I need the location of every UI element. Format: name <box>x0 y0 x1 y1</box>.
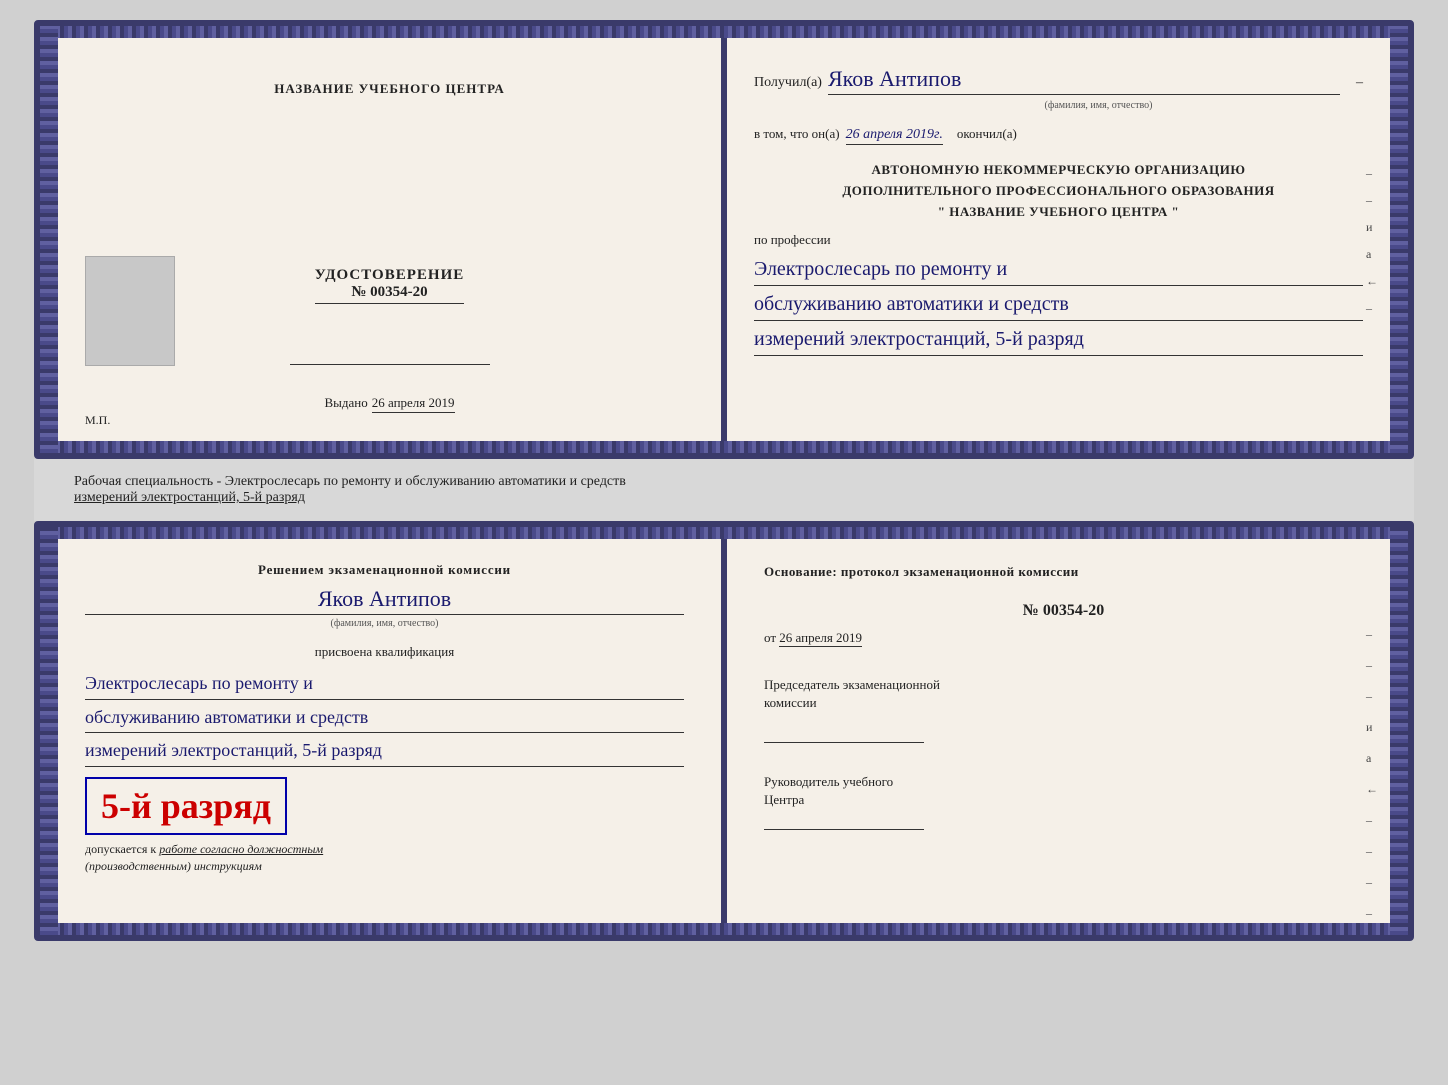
qdash7: – <box>1366 906 1378 921</box>
razryad-big-label: 5-й разряд <box>101 785 271 827</box>
qdash3: – <box>1366 689 1378 704</box>
qdash1: – <box>1366 627 1378 642</box>
vydano-row: Выдано 26 апреля 2019 <box>324 395 454 413</box>
prof-line3: измерений электростанций, 5-й разряд <box>754 323 1363 356</box>
qual-right-strip <box>1390 527 1408 935</box>
razryad-badge: 5-й разряд <box>85 777 287 835</box>
dash1: – <box>1366 166 1378 181</box>
dash3: – <box>1366 301 1378 316</box>
qual-right-page: Основание: протокол экзаменационной коми… <box>724 527 1408 935</box>
udostoverenie-title: УДОСТОВЕРЕНИЕ <box>315 267 465 284</box>
qdash5: – <box>1366 844 1378 859</box>
middle-text-line1: Рабочая специальность - Электрослесарь п… <box>74 474 1374 490</box>
org-line3: " НАЗВАНИЕ УЧЕБНОГО ЦЕНТРА " <box>754 202 1363 223</box>
middle-text-block: Рабочая специальность - Электрослесарь п… <box>34 459 1414 521</box>
diploma-left-page: НАЗВАНИЕ УЧЕБНОГО ЦЕНТРА УДОСТОВЕРЕНИЕ №… <box>40 26 724 453</box>
chairman-line1: Председатель экзаменационной <box>764 676 1363 694</box>
middle-text-line2: измерений электростанций, 5-й разряд <box>74 490 1374 506</box>
vtom-row: в том, что он(а) 26 апреля 2019г. окончи… <box>754 126 1363 145</box>
qlabel-a: а <box>1366 751 1378 766</box>
udostoverenie-block: УДОСТОВЕРЕНИЕ № 00354-20 <box>315 267 465 304</box>
mp-text: М.П. <box>85 413 110 428</box>
dopuskaetsya-value: работе согласно должностным <box>159 842 323 856</box>
qdash4: – <box>1366 813 1378 828</box>
resheniem-label: Решением экзаменационной комиссии <box>85 562 684 578</box>
rukovoditel-signature-line <box>764 829 924 830</box>
prisvoena-label: присвоена квалификация <box>85 644 684 660</box>
chairman-label: Председатель экзаменационной комиссии <box>764 676 1363 712</box>
profession-block: Электрослесарь по ремонту и обслуживанию… <box>754 253 1363 356</box>
qualification-book: Решением экзаменационной комиссии Яков А… <box>34 521 1414 941</box>
photo-placeholder <box>85 256 175 366</box>
rukovoditel-line1: Руководитель учебного <box>764 773 1363 791</box>
label-i: и <box>1366 220 1378 235</box>
okoncil-label: окончил(а) <box>957 126 1017 142</box>
po-professii: по профессии <box>754 232 1363 248</box>
recipient-name: Яков Антипов <box>828 66 1340 95</box>
dopuskaetsya-value2: (производственным) инструкциям <box>85 859 262 873</box>
left-border-strip <box>40 26 58 453</box>
qdash6: – <box>1366 875 1378 890</box>
ot-label: от <box>764 630 776 645</box>
diploma-date: 26 апреля 2019г. <box>846 127 943 145</box>
org-line2: ДОПОЛНИТЕЛЬНОГО ПРОФЕССИОНАЛЬНОГО ОБРАЗО… <box>754 181 1363 202</box>
qual-fio-hint: (фамилия, имя, отчество) <box>85 618 684 629</box>
rukovoditel-line2: Центра <box>764 791 1363 809</box>
prof-line2: обслуживанию автоматики и средств <box>754 288 1363 321</box>
qual-left-strip <box>40 527 58 935</box>
qual-left-page: Решением экзаменационной комиссии Яков А… <box>40 527 724 935</box>
protocol-number: № 00354-20 <box>764 602 1363 620</box>
qual-prof-line3: измерений электростанций, 5-й разряд <box>85 735 684 767</box>
fio-hint: (фамилия, имя, отчество) <box>834 100 1363 111</box>
qlabel-i: и <box>1366 720 1378 735</box>
qdash2: – <box>1366 658 1378 673</box>
udostoverenie-number: № 00354-20 <box>315 284 465 304</box>
ot-date-block: от 26 апреля 2019 <box>764 630 1363 646</box>
dopuskaetsya-label: допускается к <box>85 842 156 856</box>
qlabel-back: ← <box>1366 782 1378 797</box>
rukovoditel-label: Руководитель учебного Центра <box>764 773 1363 809</box>
vydano-date: 26 апреля 2019 <box>372 395 455 413</box>
qual-name: Яков Антипов <box>85 586 684 615</box>
ot-date-value: 26 апреля 2019 <box>779 630 862 647</box>
poluchil-row: Получил(а) Яков Антипов – <box>754 66 1363 95</box>
label-a: а <box>1366 247 1378 262</box>
chairman-signature-line <box>764 742 924 743</box>
prof-line1: Электрослесарь по ремонту и <box>754 253 1363 286</box>
diploma-book: НАЗВАНИЕ УЧЕБНОГО ЦЕНТРА УДОСТОВЕРЕНИЕ №… <box>34 20 1414 459</box>
vydano-label: Выдано <box>324 395 367 411</box>
center-name-left: НАЗВАНИЕ УЧЕБНОГО ЦЕНТРА <box>274 81 505 97</box>
vtom-label: в том, что он(а) <box>754 126 840 142</box>
org-line1: АВТОНОМНУЮ НЕКОММЕРЧЕСКУЮ ОРГАНИЗАЦИЮ <box>754 160 1363 181</box>
dopuskaetsya-block: допускается к работе согласно должностны… <box>85 841 684 875</box>
osnovanie-label: Основание: протокол экзаменационной коми… <box>764 562 1363 582</box>
dash2: – <box>1366 193 1378 208</box>
qual-prof-line2: обслуживанию автоматики и средств <box>85 702 684 734</box>
qual-prof-line1: Электрослесарь по ремонту и <box>85 668 684 700</box>
chairman-line2: комиссии <box>764 694 1363 712</box>
qual-right-labels: – – – и а ← – – – – <box>1366 627 1378 921</box>
org-block: АВТОНОМНУЮ НЕКОММЕРЧЕСКУЮ ОРГАНИЗАЦИЮ ДО… <box>754 160 1363 222</box>
right-border-strip <box>1390 26 1408 453</box>
label-back: ← <box>1366 274 1378 289</box>
diploma-right-page: Получил(а) Яков Антипов – (фамилия, имя,… <box>724 26 1408 453</box>
poluchil-label: Получил(а) <box>754 75 822 91</box>
right-side-labels: – – и а ← – <box>1366 166 1378 316</box>
qual-profession-block: Электрослесарь по ремонту и обслуживанию… <box>85 668 684 767</box>
